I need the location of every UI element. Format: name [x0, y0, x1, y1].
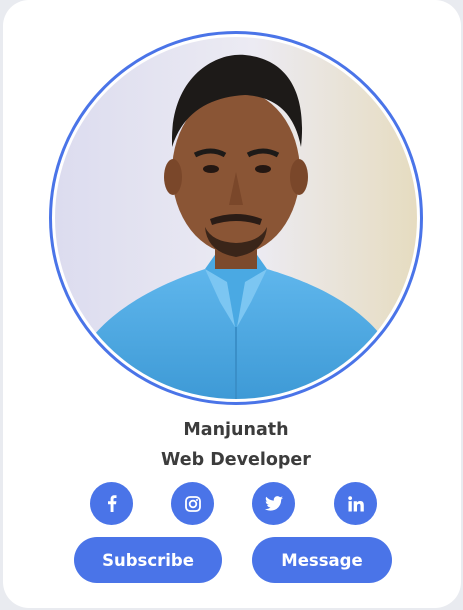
- message-button[interactable]: Message: [252, 537, 392, 583]
- avatar-ring: [49, 31, 423, 405]
- instagram-button[interactable]: [171, 482, 214, 525]
- profile-role: Web Developer: [161, 450, 311, 470]
- linkedin-button[interactable]: [334, 482, 377, 525]
- twitter-button[interactable]: [252, 482, 295, 525]
- profile-name: Manjunath: [183, 420, 289, 440]
- linkedin-icon: [347, 495, 364, 511]
- facebook-button[interactable]: [90, 482, 133, 525]
- avatar-photo: [55, 37, 417, 399]
- subscribe-button[interactable]: Subscribe: [74, 537, 222, 583]
- twitter-icon: [264, 496, 283, 511]
- profile-card: Manjunath Web Developer Subscribe Messag…: [3, 0, 461, 608]
- instagram-icon: [184, 495, 201, 512]
- avatar: [55, 37, 417, 399]
- facebook-icon: [107, 495, 116, 512]
